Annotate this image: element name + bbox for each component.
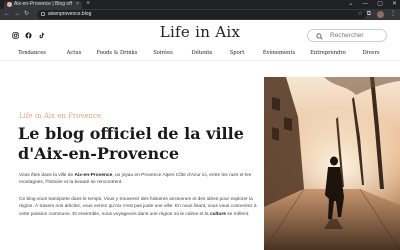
close-window-icon[interactable]: ✕ [392,0,397,8]
forward-icon[interactable]: → [14,10,20,19]
web-page: Life in Aix Rechercher Tendances Actus F… [0,20,400,250]
browser-tab[interactable]: Aix-en-Provence | Blog officiel × [4,1,82,9]
nav-item-divers[interactable]: Divers [363,48,380,58]
search-placeholder: Rechercher [330,32,364,39]
window-controls: ⌄ — ▢ ✕ [348,0,397,8]
nav-item-soirees[interactable]: Soirées [153,48,173,58]
nav-item-actus[interactable]: Actus [67,48,82,58]
browser-tabstrip: Aix-en-Provence | Blog officiel × + ⌄ — … [0,0,400,9]
menu-icon[interactable]: ⋮ [390,10,396,19]
nav-item-tendances[interactable]: Tendances [18,48,46,58]
toolbar-actions: ⧉ ⋮ [367,10,396,19]
bookmark-star-icon[interactable]: ☆ [358,10,363,19]
hero-photo [264,77,400,250]
maximize-icon[interactable]: ▢ [377,0,383,8]
culture-link[interactable]: culture [210,212,226,217]
reload-icon[interactable]: ↻ [24,10,29,19]
new-tab-button[interactable]: + [86,0,90,8]
site-favicon-icon [7,2,12,7]
nav-item-detente[interactable]: Détente [192,48,213,58]
url-text[interactable]: aixenprovence.blog [48,10,91,19]
city-link[interactable]: Aix-en-Provence [74,173,112,178]
nav-item-foods-drinks[interactable]: Foods & Drinks [97,48,138,58]
address-bar[interactable]: aixenprovence.blog ☆ [37,10,367,19]
back-icon[interactable]: ← [4,10,10,19]
hero-headline: Le blog officiel de la ville d'Aix-en-Pr… [18,124,244,163]
search-icon [316,32,323,40]
lock-icon [41,12,45,16]
browser-toolbar: ← → ↻ aixenprovence.blog ☆ ⧉ ⋮ [0,9,400,20]
nav-divider [0,60,400,61]
minimize-icon[interactable]: — [362,0,368,8]
intro-paragraph: Vous êtes dans la ville de Aix-en-Proven… [19,173,252,186]
blog-description-paragraph: Ce blog vous transporte dans le temps. V… [19,197,257,217]
tab-title: Aix-en-Provence | Blog officiel [14,1,72,7]
tab-search-icon[interactable]: ⌄ [348,0,353,8]
nav-item-entreprendre[interactable]: Entreprendre [310,48,346,58]
main-navigation: Tendances Actus Foods & Drinks Soirées D… [0,48,400,58]
nav-item-evenements[interactable]: Évènements [263,48,295,58]
hero-eyebrow: Life in Aix en Provence [19,112,102,120]
nav-item-sport[interactable]: Sport [230,48,245,58]
search-input[interactable]: Rechercher [307,29,387,42]
extensions-icon[interactable]: ⧉ [367,10,371,19]
tab-close-icon[interactable]: × [76,1,79,8]
profile-avatar[interactable] [377,11,384,18]
